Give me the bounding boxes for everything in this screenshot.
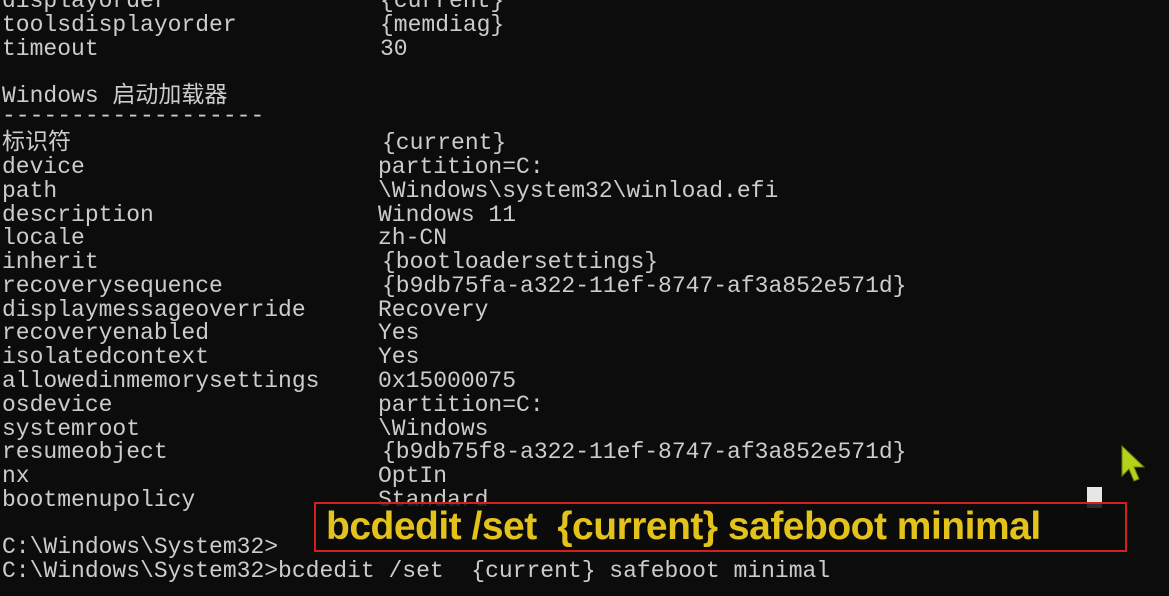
entry-key: toolsdisplayorder [2,12,237,38]
entry-key: path [2,178,58,204]
caption-overlay: bcdedit /set {current} safeboot minimal [314,502,1127,552]
entry-value: Yes [378,320,420,346]
entry-value: Windows 11 [378,202,517,228]
entry-row: nx OptIn [2,463,447,489]
entry-key: osdevice [2,392,113,418]
entry-key: recoveryenabled [2,320,210,346]
terminal-window[interactable]: displayorder {current} toolsdisplayorder… [0,0,1169,596]
section-separator: ------------------- [2,103,265,129]
entry-key: 标识符 [2,130,71,156]
entry-row: 标识符 {current} [2,131,506,155]
entry-value: partition=C: [378,154,544,180]
entry-row: locale zh-CN [2,226,447,250]
entry-key: timeout [2,36,99,62]
prompt-line: C:\Windows\System32> [2,534,279,560]
entry-row: isolatedcontext Yes [2,345,419,369]
entry-row: toolsdisplayorder {memdiag} [2,13,504,37]
entry-value: Yes [378,344,420,370]
entry-row: bootmenupolicy Standard [2,488,488,512]
entry-key: resumeobject [2,439,168,465]
entry-value: {b9db75fa-a322-11ef-8747-af3a852e571d} [382,273,907,299]
entry-key: locale [2,225,85,251]
mouse-pointer-icon [1121,444,1146,482]
entry-value: 0x15000075 [378,368,517,394]
entry-row: allowedinmemorysettings 0x15000075 [2,369,516,393]
entry-value: OptIn [378,463,448,489]
entry-value: {current} [382,130,507,156]
entry-row: displaymessageoverride Recovery [2,298,488,322]
entry-row: inherit {bootloadersettings} [2,250,658,274]
entry-value: \Windows [378,416,489,442]
entry-key: inherit [2,249,99,275]
entry-row: timeout 30 [2,37,408,61]
entry-key: displaymessageoverride [2,297,306,323]
entry-row: recoveryenabled Yes [2,321,419,345]
entry-key: systemroot [2,416,141,442]
entry-row: description Windows 11 [2,203,516,227]
entry-value: 30 [380,36,408,62]
entry-value: {b9db75f8-a322-11ef-8747-af3a852e571d} [382,439,907,465]
entry-row: recoverysequence {b9db75fa-a322-11ef-874… [2,274,907,298]
entry-value: {memdiag} [380,12,505,38]
entry-row: device partition=C: [2,155,544,179]
command-input-line[interactable]: C:\Windows\System32>bcdedit /set {curren… [2,559,830,583]
entry-value: {bootloadersettings} [382,249,659,275]
caption-text: bcdedit /set {current} safeboot minimal [326,505,1041,548]
entry-value: \Windows\system32\winload.efi [378,178,779,204]
entry-row: osdevice partition=C: [2,393,544,417]
entry-key: recoverysequence [2,273,223,299]
entry-row: systemroot \Windows [2,417,488,441]
entry-value: Recovery [378,297,489,323]
entry-row: path \Windows\system32\winload.efi [2,178,778,204]
entry-key: description [2,202,154,228]
entry-key: bootmenupolicy [2,487,196,513]
entry-value: zh-CN [378,225,448,251]
entry-key: isolatedcontext [2,344,210,370]
entry-key: allowedinmemorysettings [2,368,320,394]
entry-key: device [2,154,85,180]
entry-value: partition=C: [378,392,544,418]
entry-key: nx [2,463,30,489]
entry-row: resumeobject {b9db75f8-a322-11ef-8747-af… [2,440,907,464]
